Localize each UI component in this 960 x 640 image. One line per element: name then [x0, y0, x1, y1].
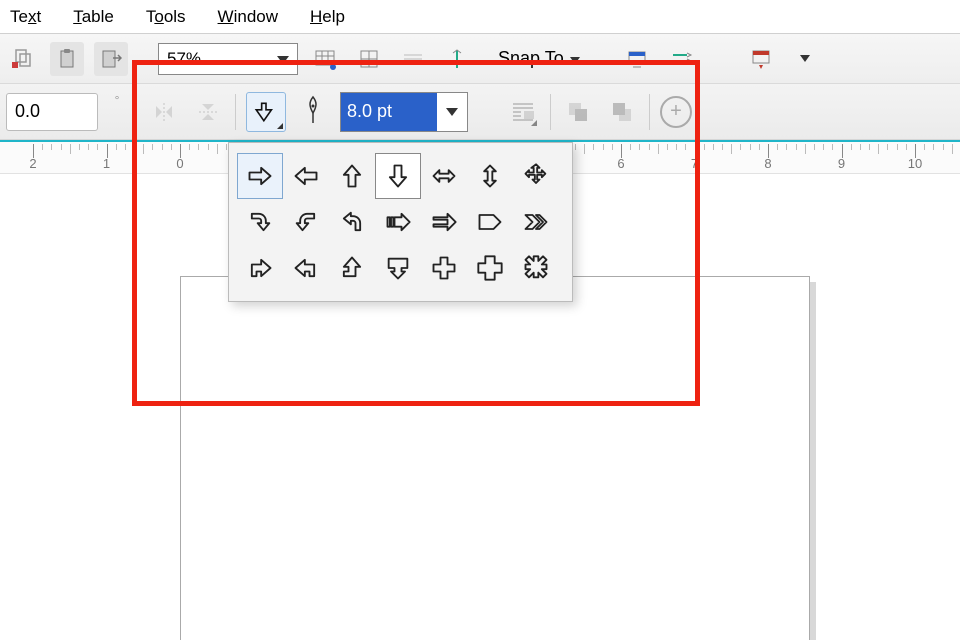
shape-option-arrow-quad[interactable]: [513, 153, 559, 199]
copy-icon[interactable]: [6, 42, 40, 76]
pen-icon[interactable]: [296, 95, 330, 129]
app-dropdown-icon[interactable]: [788, 42, 822, 76]
shape-option-cross-quad[interactable]: [513, 245, 559, 291]
shape-option-arrow-callout-down[interactable]: [375, 245, 421, 291]
ruler-label: 8: [764, 156, 771, 171]
page[interactable]: [180, 276, 810, 640]
paste-icon[interactable]: [50, 42, 84, 76]
shape-option-arrow-up-curve-left[interactable]: [329, 199, 375, 245]
menu-table[interactable]: Table: [69, 3, 118, 31]
shape-option-arrow-left-curve-down[interactable]: [283, 199, 329, 245]
ruler-label: 9: [838, 156, 845, 171]
shape-option-arrow-chevron-right[interactable]: [513, 199, 559, 245]
shape-option-arrow-up[interactable]: [329, 153, 375, 199]
menu-help[interactable]: Help: [306, 3, 349, 31]
rotation-value: 0.0: [15, 101, 40, 122]
shape-option-arrow-left-right[interactable]: [421, 153, 467, 199]
options-gear-icon[interactable]: [664, 42, 698, 76]
to-back-icon[interactable]: [605, 95, 639, 129]
arrow-shapes-button[interactable]: [246, 92, 286, 132]
shape-option-arrow-open-right[interactable]: [421, 199, 467, 245]
snap-grid-icon[interactable]: [352, 42, 386, 76]
shape-option-arrow-pentagon-right[interactable]: [467, 199, 513, 245]
degree-icon: °: [108, 93, 126, 131]
property-bar: 0.0 ° 8.0 pt +: [0, 84, 960, 140]
shape-option-cross-open[interactable]: [421, 245, 467, 291]
ruler-label: 0: [176, 156, 183, 171]
shape-option-arrow-up-down[interactable]: [467, 153, 513, 199]
shape-option-arrow-striped-right[interactable]: [375, 199, 421, 245]
menu-window[interactable]: Window: [214, 3, 282, 31]
to-front-icon[interactable]: [561, 95, 595, 129]
outline-width-combo[interactable]: 8.0 pt: [340, 92, 468, 132]
import-icon[interactable]: [94, 42, 128, 76]
plus-icon: +: [660, 96, 692, 128]
ruler-label: 1: [103, 156, 110, 171]
menu-tools[interactable]: Tools: [142, 3, 190, 31]
menu-bar: Text Table Tools Window Help: [0, 0, 960, 34]
menu-text[interactable]: Text: [6, 3, 45, 31]
shape-option-arrow-bent-up[interactable]: [329, 245, 375, 291]
launch-options-icon[interactable]: [620, 42, 654, 76]
chevron-down-icon: [277, 49, 289, 69]
app-launcher-icon[interactable]: [744, 42, 778, 76]
mirror-horizontal-icon[interactable]: [147, 95, 181, 129]
snap-baseline-icon[interactable]: [396, 42, 430, 76]
separator: [550, 94, 551, 130]
chevron-down-icon: [437, 108, 467, 116]
ruler-label: 2: [29, 156, 36, 171]
snap-to-dropdown-icon[interactable]: [570, 51, 580, 67]
ruler-label: 7: [691, 156, 698, 171]
shape-option-cross-thick[interactable]: [467, 245, 513, 291]
zoom-combo[interactable]: 57%: [158, 43, 298, 75]
separator: [235, 94, 236, 130]
shape-option-arrow-right-curve-down[interactable]: [237, 199, 283, 245]
shape-option-arrow-bent-left[interactable]: [283, 245, 329, 291]
standard-toolbar: 57% Snap To: [0, 34, 960, 84]
outline-width-value: 8.0 pt: [341, 93, 437, 131]
shape-option-arrow-right[interactable]: [237, 153, 283, 199]
ruler-label: 10: [908, 156, 922, 171]
ruler-label: 6: [617, 156, 624, 171]
arrow-shapes-flyout[interactable]: [228, 142, 573, 302]
flyout-indicator-icon: [531, 120, 537, 126]
grid-icon[interactable]: [308, 42, 342, 76]
flyout-indicator-icon: [277, 123, 283, 129]
separator: [649, 94, 650, 130]
snap-guidelines-icon[interactable]: [440, 42, 474, 76]
add-button[interactable]: +: [660, 96, 692, 128]
shape-option-arrow-bent-right[interactable]: [237, 245, 283, 291]
shape-option-arrow-left[interactable]: [283, 153, 329, 199]
zoom-value: 57%: [167, 49, 201, 69]
rotation-input[interactable]: 0.0: [6, 93, 98, 131]
shape-option-arrow-down[interactable]: [375, 153, 421, 199]
mirror-vertical-icon[interactable]: [191, 95, 225, 129]
text-wrap-icon[interactable]: [506, 95, 540, 129]
separator: [136, 94, 137, 130]
snap-to-label[interactable]: Snap To: [498, 48, 564, 69]
